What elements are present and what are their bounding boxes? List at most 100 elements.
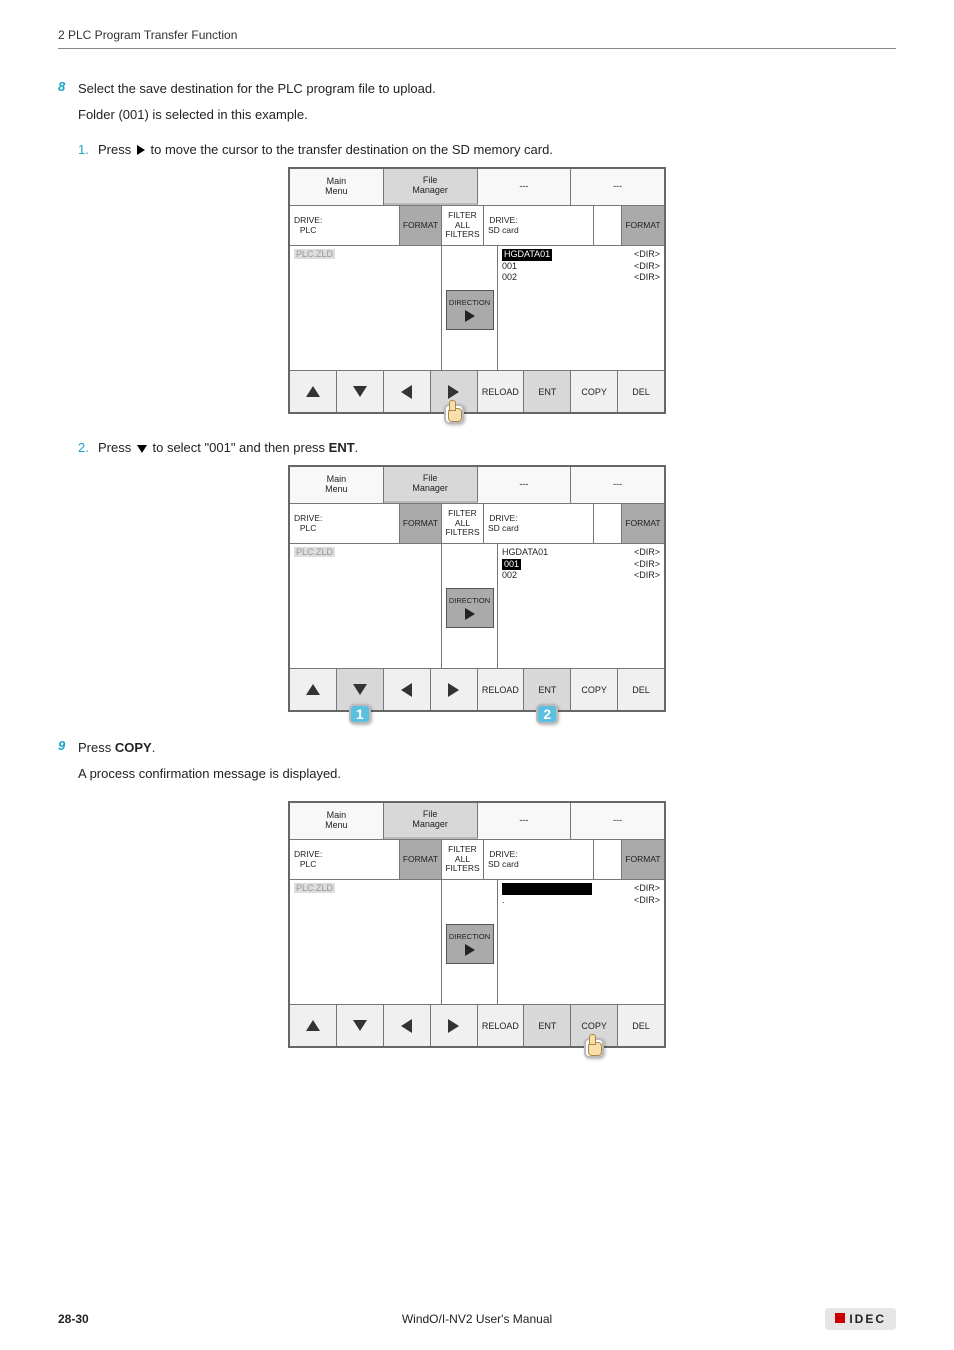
substep2-number: 2. (78, 440, 98, 455)
del-button[interactable]: DEL (618, 1005, 664, 1046)
file-plc-zld[interactable]: PLC.ZLD (294, 249, 335, 259)
tab-empty-4: --- (571, 467, 664, 503)
dir-tag-1c: <DIR> (634, 895, 660, 907)
up-button[interactable] (290, 371, 337, 412)
folder-002[interactable]: 002 (502, 570, 517, 582)
ent-button[interactable]: ENT (524, 371, 571, 412)
step9-text-line1: Press COPY. (78, 738, 155, 758)
format-button-right[interactable]: FORMAT (622, 504, 664, 543)
right-arrow-icon (448, 683, 459, 697)
down-arrow-icon (353, 1020, 367, 1031)
substep2-before: Press (98, 440, 131, 455)
reload-button[interactable]: RELOAD (478, 371, 525, 412)
left-button[interactable] (384, 669, 431, 710)
format-button-right[interactable]: FORMAT (622, 840, 664, 879)
drive-sd-label: DRIVE:SD card (484, 840, 594, 879)
t2a2: File (423, 473, 438, 483)
up-arrow-icon (306, 1020, 320, 1031)
t1a2: Main (327, 474, 347, 484)
del-button[interactable]: DEL (618, 371, 664, 412)
folder-row-0[interactable] (502, 883, 592, 895)
ent-button[interactable]: ENT 2 (524, 669, 571, 710)
file-plc-zld[interactable]: PLC.ZLD (294, 547, 335, 557)
d2rb3: SD card (488, 859, 519, 869)
format-button-left[interactable]: FORMAT (400, 206, 442, 245)
filter-cell[interactable]: FILTERALLFILTERS (442, 504, 484, 543)
substep1-after: to move the cursor to the transfer desti… (150, 142, 552, 157)
reload-button[interactable]: RELOAD (478, 669, 525, 710)
format-button-right[interactable]: FORMAT (622, 206, 664, 245)
tab-empty-3: --- (478, 169, 572, 205)
copy-button[interactable]: COPY (571, 669, 618, 710)
folder-001[interactable]: 001 (502, 559, 521, 571)
folder-row-1[interactable]: . (502, 895, 505, 907)
down-button[interactable] (337, 1005, 384, 1046)
substep1-text: Press to move the cursor to the transfer… (98, 142, 553, 157)
up-button[interactable] (290, 669, 337, 710)
direction-column: DIRECTION (442, 544, 498, 668)
tab-empty-3: --- (478, 467, 572, 503)
drive-sd-label: DRIVE:SD card (484, 504, 594, 543)
tab-file-manager[interactable]: FileManager (384, 169, 478, 205)
copy-button[interactable]: COPY (571, 371, 618, 412)
copy-button[interactable]: COPY (571, 1005, 618, 1046)
tab-file-manager[interactable]: FileManager (384, 803, 478, 839)
fc2: FILTERS (445, 527, 479, 537)
drive-sd-label: DRIVE:SD card (484, 206, 594, 245)
del-button[interactable]: DEL (618, 669, 664, 710)
direction-arrow-icon (465, 310, 475, 322)
folder-002[interactable]: 002 (502, 272, 517, 284)
page-footer: 28-30 WindO/I-NV2 User's Manual IDEC (58, 1308, 896, 1330)
direction-label: DIRECTION (449, 596, 490, 605)
left-button[interactable] (384, 1005, 431, 1046)
right-arrow-icon (448, 385, 459, 399)
down-button[interactable] (337, 371, 384, 412)
d2lb3: PLC (300, 859, 317, 869)
up-button[interactable] (290, 1005, 337, 1046)
right-file-list: HGDATA01<DIR> 001<DIR> 002<DIR> (498, 544, 664, 668)
callout-2: 2 (536, 704, 558, 724)
row2-blank (594, 206, 622, 245)
copy-label: COPY (581, 1021, 607, 1031)
file-plc-zld[interactable]: PLC.ZLD (294, 883, 335, 893)
d2rb: SD card (488, 225, 519, 235)
row2-blank (594, 504, 622, 543)
right-button[interactable] (431, 371, 478, 412)
t2a3: File (423, 809, 438, 819)
ent-label: ENT (538, 685, 556, 695)
dir-tag-0c: <DIR> (634, 883, 660, 895)
direction-button[interactable]: DIRECTION (446, 924, 494, 964)
left-file-list: PLC.ZLD (290, 544, 442, 668)
folder-001[interactable]: 001 (502, 261, 517, 273)
s9l1p: Press (78, 740, 115, 755)
folder-hgdata01[interactable]: HGDATA01 (502, 249, 552, 261)
format-button-left[interactable]: FORMAT (400, 504, 442, 543)
device-panel-3: MainMenu FileManager --- --- DRIVE:PLC F… (288, 801, 666, 1048)
direction-arrow-icon (465, 944, 475, 956)
folder-hgdata01[interactable]: HGDATA01 (502, 547, 548, 559)
tab-main-menu[interactable]: MainMenu (290, 467, 384, 503)
tab-empty-3: --- (478, 803, 572, 839)
direction-column: DIRECTION (442, 246, 498, 370)
s9l1e: . (152, 740, 156, 755)
right-button[interactable] (431, 669, 478, 710)
direction-button[interactable]: DIRECTION (446, 290, 494, 330)
t1a: Main (327, 176, 347, 186)
ent-button[interactable]: ENT (524, 1005, 571, 1046)
tab-file-manager[interactable]: FileManager (384, 467, 478, 503)
t1b: Menu (325, 186, 348, 196)
tab-main-menu[interactable]: MainMenu (290, 803, 384, 839)
substep2-end: . (355, 440, 359, 455)
format-button-left[interactable]: FORMAT (400, 840, 442, 879)
substep2-ent: ENT (329, 440, 355, 455)
t2b3: Manager (412, 819, 448, 829)
filter-cell[interactable]: FILTERALLFILTERS (442, 206, 484, 245)
up-arrow-icon (306, 684, 320, 695)
reload-button[interactable]: RELOAD (478, 1005, 525, 1046)
left-button[interactable] (384, 371, 431, 412)
filter-cell[interactable]: FILTERALLFILTERS (442, 840, 484, 879)
tab-main-menu[interactable]: MainMenu (290, 169, 384, 205)
direction-button[interactable]: DIRECTION (446, 588, 494, 628)
down-button[interactable]: 1 (337, 669, 384, 710)
right-button[interactable] (431, 1005, 478, 1046)
